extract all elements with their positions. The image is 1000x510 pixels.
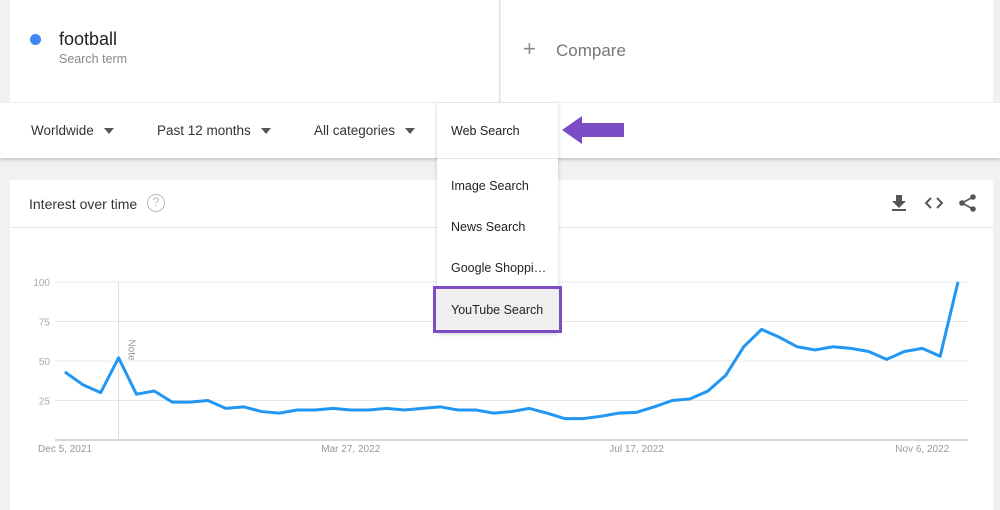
data-point — [903, 351, 905, 353]
x-tick-label: Mar 27, 2022 — [321, 444, 380, 455]
data-point — [403, 409, 405, 411]
data-point — [385, 407, 387, 409]
data-point — [886, 358, 888, 360]
data-point — [243, 406, 245, 408]
data-point — [511, 411, 512, 413]
data-point — [761, 328, 763, 330]
data-point — [421, 407, 423, 409]
data-point — [582, 418, 584, 420]
data-point — [439, 406, 441, 408]
data-point — [64, 371, 66, 373]
x-tick-label: Dec 5, 2021 — [38, 444, 92, 455]
data-point — [939, 355, 941, 357]
data-point — [350, 409, 352, 411]
arrow-left-icon — [562, 116, 624, 144]
data-point — [689, 398, 691, 400]
data-point — [493, 412, 495, 414]
data-point — [814, 349, 816, 351]
x-tick-label: Nov 6, 2022 — [895, 444, 949, 455]
menu-item-youtube-search[interactable]: YouTube Search — [433, 286, 562, 333]
menu-item-news-search[interactable]: News Search — [451, 220, 525, 234]
data-point — [921, 347, 923, 349]
data-point — [957, 281, 959, 283]
menu-item-web-search[interactable]: Web Search — [451, 124, 520, 138]
menu-item-google-shopping[interactable]: Google Shoppi… — [451, 261, 546, 275]
data-point — [296, 409, 298, 411]
x-tick-label: Jul 17, 2022 — [609, 444, 664, 455]
data-point — [600, 415, 602, 417]
data-point — [82, 384, 84, 386]
data-point — [207, 400, 209, 401]
data-point — [707, 390, 709, 392]
data-point — [778, 336, 780, 338]
data-point — [189, 401, 191, 403]
data-point — [368, 409, 370, 411]
data-point — [636, 411, 638, 413]
data-point — [528, 407, 530, 409]
data-point — [832, 346, 834, 348]
data-point — [100, 392, 102, 394]
data-point — [653, 406, 655, 408]
youtube-search-label: YouTube Search — [451, 303, 544, 317]
data-point — [225, 407, 227, 409]
data-point — [546, 412, 548, 414]
y-tick-label: 75 — [39, 318, 51, 329]
data-point — [314, 409, 316, 411]
data-point — [118, 357, 120, 359]
data-point — [171, 401, 173, 403]
data-point — [278, 412, 280, 414]
data-point — [332, 407, 334, 409]
note-label: Note — [126, 339, 137, 361]
menu-item-image-search[interactable]: Image Search — [451, 179, 529, 193]
y-tick-label: 100 — [33, 278, 50, 289]
data-point — [671, 400, 673, 401]
data-point — [850, 347, 852, 349]
y-tick-label: 25 — [39, 397, 51, 408]
data-point — [796, 346, 798, 348]
menu-divider — [437, 158, 558, 159]
data-point — [564, 418, 566, 420]
data-point — [618, 412, 620, 414]
data-point — [153, 390, 155, 392]
data-point — [135, 393, 137, 395]
data-point — [868, 351, 870, 353]
data-point — [743, 346, 745, 348]
data-point — [260, 411, 262, 413]
y-tick-label: 50 — [39, 357, 51, 368]
data-point — [475, 409, 477, 411]
data-point — [725, 374, 727, 376]
data-point — [457, 409, 459, 411]
